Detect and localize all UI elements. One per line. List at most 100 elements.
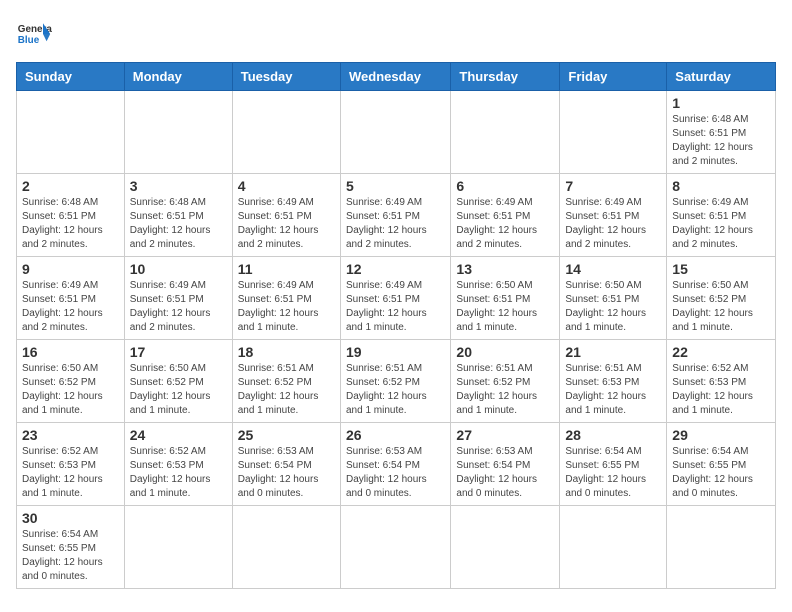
calendar-cell: 9 Sunrise: 6:49 AMSunset: 6:51 PMDaylight… [17, 257, 125, 340]
day-number: 21 [565, 344, 661, 360]
calendar-cell: 15 Sunrise: 6:50 AMSunset: 6:52 PMDayligh… [667, 257, 776, 340]
day-number: 29 [672, 427, 770, 443]
day-info: Sunrise: 6:53 AMSunset: 6:54 PMDaylight:… [456, 445, 554, 501]
day-number: 22 [672, 344, 770, 360]
day-number: 11 [238, 261, 335, 277]
calendar-cell [667, 506, 776, 589]
calendar-cell: 21 Sunrise: 6:51 AMSunset: 6:53 PMDayligh… [560, 340, 667, 423]
calendar-table: SundayMondayTuesdayWednesdayThursdayFrid… [16, 62, 776, 589]
calendar-cell [17, 91, 125, 174]
day-info: Sunrise: 6:50 AMSunset: 6:51 PMDaylight:… [456, 279, 554, 335]
day-info: Sunrise: 6:54 AMSunset: 6:55 PMDaylight:… [22, 528, 119, 584]
day-info: Sunrise: 6:48 AMSunset: 6:51 PMDaylight:… [22, 196, 119, 252]
logo: General Blue [16, 16, 52, 52]
day-info: Sunrise: 6:49 AMSunset: 6:51 PMDaylight:… [456, 196, 554, 252]
calendar-week-row: 23 Sunrise: 6:52 AMSunset: 6:53 PMDayligh… [17, 423, 776, 506]
calendar-cell [340, 91, 450, 174]
day-number: 26 [346, 427, 445, 443]
day-number: 7 [565, 178, 661, 194]
calendar-cell: 6 Sunrise: 6:49 AMSunset: 6:51 PMDaylight… [451, 174, 560, 257]
calendar-cell: 16 Sunrise: 6:50 AMSunset: 6:52 PMDayligh… [17, 340, 125, 423]
calendar-cell: 11 Sunrise: 6:49 AMSunset: 6:51 PMDayligh… [232, 257, 340, 340]
calendar-cell: 17 Sunrise: 6:50 AMSunset: 6:52 PMDayligh… [124, 340, 232, 423]
day-info: Sunrise: 6:48 AMSunset: 6:51 PMDaylight:… [130, 196, 227, 252]
day-info: Sunrise: 6:51 AMSunset: 6:52 PMDaylight:… [456, 362, 554, 418]
calendar-cell: 12Sunrise: 6:49 AMSunset: 6:51 PMDayligh… [340, 257, 450, 340]
calendar-cell [451, 91, 560, 174]
calendar-cell: 7Sunrise: 6:49 AMSunset: 6:51 PMDaylight… [560, 174, 667, 257]
calendar-week-row: 16 Sunrise: 6:50 AMSunset: 6:52 PMDayligh… [17, 340, 776, 423]
calendar-cell: 2 Sunrise: 6:48 AMSunset: 6:51 PMDaylight… [17, 174, 125, 257]
calendar-cell: 29 Sunrise: 6:54 AMSunset: 6:55 PMDayligh… [667, 423, 776, 506]
day-number: 25 [238, 427, 335, 443]
calendar-cell: 3Sunrise: 6:48 AMSunset: 6:51 PMDaylight… [124, 174, 232, 257]
day-info: Sunrise: 6:49 AMSunset: 6:51 PMDaylight:… [22, 279, 119, 335]
day-number: 28 [565, 427, 661, 443]
calendar-cell: 13 Sunrise: 6:50 AMSunset: 6:51 PMDayligh… [451, 257, 560, 340]
svg-text:Blue: Blue [18, 35, 40, 46]
day-number: 16 [22, 344, 119, 360]
day-number: 18 [238, 344, 335, 360]
calendar-cell: 8 Sunrise: 6:49 AMSunset: 6:51 PMDaylight… [667, 174, 776, 257]
day-number: 19 [346, 344, 445, 360]
calendar-cell: 5Sunrise: 6:49 AMSunset: 6:51 PMDaylight… [340, 174, 450, 257]
day-number: 27 [456, 427, 554, 443]
day-info: Sunrise: 6:51 AMSunset: 6:53 PMDaylight:… [565, 362, 661, 418]
day-number: 9 [22, 261, 119, 277]
day-info: Sunrise: 6:50 AMSunset: 6:52 PMDaylight:… [672, 279, 770, 335]
day-number: 15 [672, 261, 770, 277]
day-info: Sunrise: 6:49 AMSunset: 6:51 PMDaylight:… [346, 196, 445, 252]
calendar-week-row: 9 Sunrise: 6:49 AMSunset: 6:51 PMDaylight… [17, 257, 776, 340]
day-info: Sunrise: 6:49 AMSunset: 6:51 PMDaylight:… [672, 196, 770, 252]
day-number: 6 [456, 178, 554, 194]
day-info: Sunrise: 6:52 AMSunset: 6:53 PMDaylight:… [22, 445, 119, 501]
day-info: Sunrise: 6:53 AMSunset: 6:54 PMDaylight:… [346, 445, 445, 501]
day-info: Sunrise: 6:52 AMSunset: 6:53 PMDaylight:… [672, 362, 770, 418]
calendar-cell [560, 91, 667, 174]
day-number: 23 [22, 427, 119, 443]
day-number: 24 [130, 427, 227, 443]
day-info: Sunrise: 6:52 AMSunset: 6:53 PMDaylight:… [130, 445, 227, 501]
calendar-cell [232, 91, 340, 174]
day-number: 20 [456, 344, 554, 360]
calendar-cell: 1Sunrise: 6:48 AMSunset: 6:51 PMDaylight… [667, 91, 776, 174]
day-info: Sunrise: 6:49 AMSunset: 6:51 PMDaylight:… [130, 279, 227, 335]
day-number: 10 [130, 261, 227, 277]
day-number: 2 [22, 178, 119, 194]
calendar-cell: 26 Sunrise: 6:53 AMSunset: 6:54 PMDayligh… [340, 423, 450, 506]
page-header: General Blue [16, 16, 776, 52]
day-number: 4 [238, 178, 335, 194]
calendar-cell: 30 Sunrise: 6:54 AMSunset: 6:55 PMDayligh… [17, 506, 125, 589]
calendar-cell: 27 Sunrise: 6:53 AMSunset: 6:54 PMDayligh… [451, 423, 560, 506]
calendar-cell: 19 Sunrise: 6:51 AMSunset: 6:52 PMDayligh… [340, 340, 450, 423]
calendar-header-row: SundayMondayTuesdayWednesdayThursdayFrid… [17, 63, 776, 91]
day-info: Sunrise: 6:51 AMSunset: 6:52 PMDaylight:… [346, 362, 445, 418]
day-number: 1 [672, 95, 770, 111]
col-header-friday: Friday [560, 63, 667, 91]
col-header-sunday: Sunday [17, 63, 125, 91]
calendar-cell: 20 Sunrise: 6:51 AMSunset: 6:52 PMDayligh… [451, 340, 560, 423]
day-info: Sunrise: 6:49 AMSunset: 6:51 PMDaylight:… [238, 279, 335, 335]
day-info: Sunrise: 6:50 AMSunset: 6:52 PMDaylight:… [22, 362, 119, 418]
calendar-cell [560, 506, 667, 589]
day-number: 30 [22, 510, 119, 526]
day-number: 8 [672, 178, 770, 194]
calendar-cell: 24 Sunrise: 6:52 AMSunset: 6:53 PMDayligh… [124, 423, 232, 506]
day-info: Sunrise: 6:50 AMSunset: 6:52 PMDaylight:… [130, 362, 227, 418]
logo-icon: General Blue [16, 16, 52, 52]
calendar-cell: 22 Sunrise: 6:52 AMSunset: 6:53 PMDayligh… [667, 340, 776, 423]
col-header-saturday: Saturday [667, 63, 776, 91]
col-header-thursday: Thursday [451, 63, 560, 91]
day-number: 13 [456, 261, 554, 277]
day-number: 14 [565, 261, 661, 277]
day-number: 17 [130, 344, 227, 360]
day-info: Sunrise: 6:49 AMSunset: 6:51 PMDaylight:… [238, 196, 335, 252]
calendar-cell [124, 506, 232, 589]
calendar-week-row: 30 Sunrise: 6:54 AMSunset: 6:55 PMDayligh… [17, 506, 776, 589]
calendar-cell [340, 506, 450, 589]
col-header-tuesday: Tuesday [232, 63, 340, 91]
calendar-week-row: 1Sunrise: 6:48 AMSunset: 6:51 PMDaylight… [17, 91, 776, 174]
day-info: Sunrise: 6:50 AMSunset: 6:51 PMDaylight:… [565, 279, 661, 335]
day-info: Sunrise: 6:53 AMSunset: 6:54 PMDaylight:… [238, 445, 335, 501]
day-info: Sunrise: 6:54 AMSunset: 6:55 PMDaylight:… [672, 445, 770, 501]
